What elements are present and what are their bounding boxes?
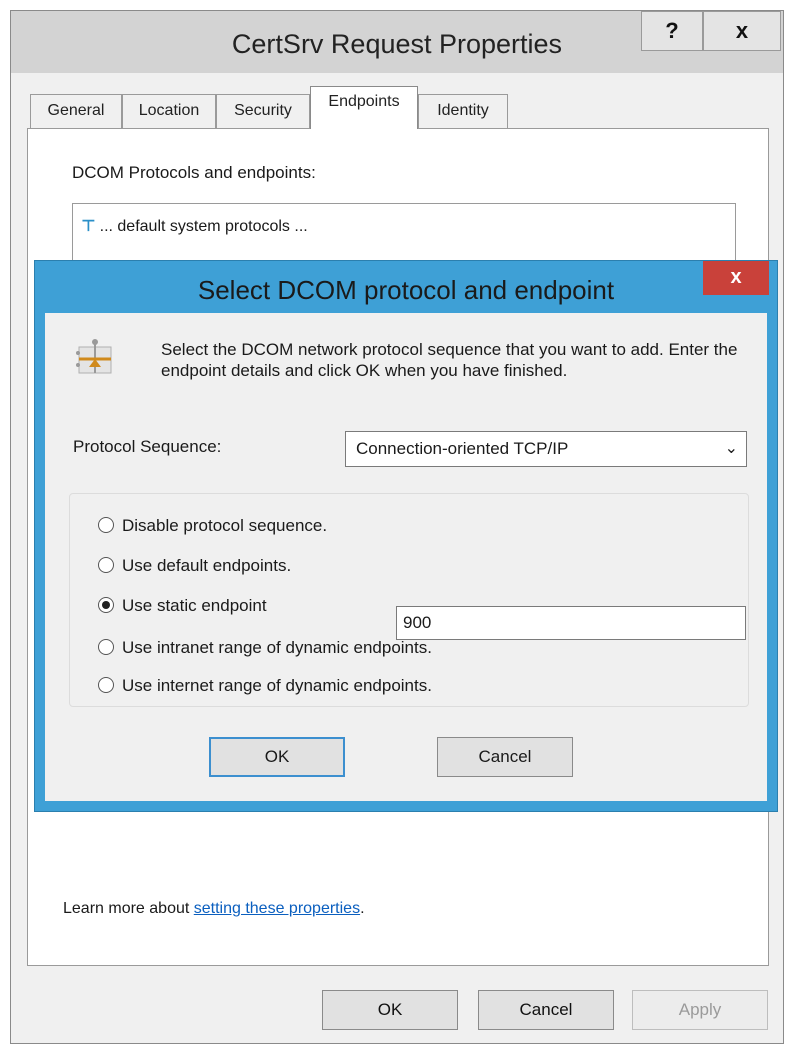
option-default-endpoints[interactable]: Use default endpoints. bbox=[98, 556, 291, 576]
dcom-protocols-label: DCOM Protocols and endpoints: bbox=[72, 163, 316, 182]
learn-more-prefix: Learn more about bbox=[63, 900, 194, 917]
dialog-ok-button[interactable]: OK bbox=[209, 737, 345, 777]
radio-button[interactable] bbox=[98, 517, 114, 533]
dialog-title: Select DCOM protocol and endpoint bbox=[197, 275, 615, 305]
close-button[interactable]: x bbox=[703, 11, 781, 51]
option-static-endpoint[interactable]: Use static endpoint bbox=[98, 596, 267, 616]
tab-endpoints[interactable]: Endpoints bbox=[310, 86, 418, 129]
static-endpoint-input[interactable]: 900 bbox=[396, 606, 746, 640]
help-button[interactable]: ? bbox=[641, 11, 703, 51]
option-label: Use default endpoints. bbox=[122, 556, 292, 575]
tab-security[interactable]: Security bbox=[216, 94, 310, 128]
protocol-sequence-select[interactable]: Connection-oriented TCP/IP ⌄ bbox=[345, 431, 747, 467]
dialog-body: Select the DCOM network protocol sequenc… bbox=[45, 313, 767, 801]
network-endpoint-icon bbox=[76, 339, 112, 374]
option-label: Use internet range of dynamic endpoints. bbox=[122, 676, 432, 695]
protocol-sequence-value: Connection-oriented TCP/IP bbox=[356, 439, 569, 458]
tab-identity[interactable]: Identity bbox=[418, 94, 508, 128]
setting-properties-link[interactable]: setting these properties bbox=[194, 900, 360, 917]
option-internet-range[interactable]: Use internet range of dynamic endpoints. bbox=[98, 676, 432, 696]
tab-general[interactable]: General bbox=[30, 94, 122, 128]
window-titlebar: CertSrv Request Properties ? x bbox=[11, 11, 783, 73]
list-item[interactable]: ⊤... default system protocols ... bbox=[81, 216, 308, 236]
dialog-close-button[interactable]: x bbox=[703, 261, 769, 295]
apply-button[interactable]: Apply bbox=[632, 990, 768, 1030]
dialog-description: Select the DCOM network protocol sequenc… bbox=[161, 340, 738, 380]
network-protocol-icon: ⊤ bbox=[81, 218, 96, 235]
option-label: Disable protocol sequence. bbox=[122, 516, 328, 535]
radio-button-selected[interactable] bbox=[98, 597, 114, 613]
learn-more-text: Learn more about setting these propertie… bbox=[63, 900, 365, 918]
radio-button[interactable] bbox=[98, 677, 114, 693]
tab-location[interactable]: Location bbox=[122, 94, 216, 128]
learn-more-suffix: . bbox=[360, 900, 365, 917]
cancel-button[interactable]: Cancel bbox=[478, 990, 614, 1030]
radio-button[interactable] bbox=[98, 557, 114, 573]
chevron-down-icon: ⌄ bbox=[724, 440, 738, 457]
option-label: Use intranet range of dynamic endpoints. bbox=[122, 638, 432, 657]
endpoint-list[interactable]: ⊤... default system protocols ... bbox=[72, 203, 736, 263]
list-item-label: ... default system protocols ... bbox=[99, 218, 308, 235]
option-label: Use static endpoint bbox=[122, 596, 267, 615]
protocol-sequence-label: Protocol Sequence: bbox=[73, 437, 222, 456]
option-intranet-range[interactable]: Use intranet range of dynamic endpoints. bbox=[98, 638, 432, 658]
radio-button[interactable] bbox=[98, 639, 114, 655]
endpoint-option-group: Disable protocol sequence. Use default e… bbox=[69, 493, 749, 707]
option-disable-protocol[interactable]: Disable protocol sequence. bbox=[98, 516, 327, 536]
dialog-cancel-button[interactable]: Cancel bbox=[437, 737, 573, 777]
ok-button[interactable]: OK bbox=[322, 990, 458, 1030]
select-dcom-dialog: Select DCOM protocol and endpoint x Sele… bbox=[34, 260, 778, 812]
